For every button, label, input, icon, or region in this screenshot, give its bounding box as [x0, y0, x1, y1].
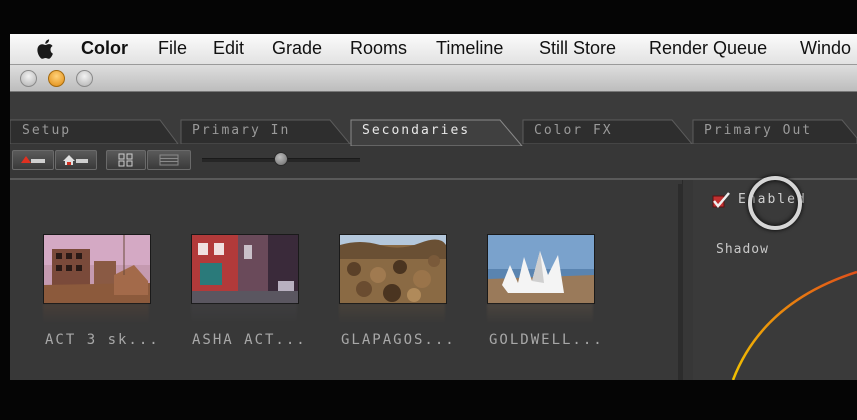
desktop-screen: Color File Edit Grade Rooms Timeline Sti… — [10, 34, 857, 380]
tab-primary-out[interactable]: Primary Out — [692, 118, 857, 144]
home-directory-button[interactable] — [55, 150, 97, 170]
apple-logo-icon[interactable] — [36, 38, 56, 60]
menu-app-name[interactable]: Color — [81, 38, 128, 59]
busy-spinner-ring — [748, 176, 802, 230]
home-icon — [63, 155, 88, 165]
clip-reflection — [43, 304, 149, 324]
menu-timeline[interactable]: Timeline — [436, 38, 503, 59]
window-zoom-button[interactable] — [76, 70, 93, 87]
clip-label[interactable]: ASHA ACT... — [192, 332, 307, 348]
menu-grade[interactable]: Grade — [272, 38, 322, 59]
menu-still-store[interactable]: Still Store — [539, 38, 616, 59]
clip-thumbnail[interactable] — [191, 234, 299, 304]
clip-thumbnail-image-rocks — [340, 235, 446, 303]
tab-secondaries-label: Secondaries — [362, 123, 471, 138]
clip-thumbnail-image-sculptures — [488, 235, 594, 303]
browser-scrollbar[interactable] — [678, 184, 683, 380]
clip-reflection — [191, 304, 297, 324]
menu-file[interactable]: File — [158, 38, 187, 59]
tab-color-fx[interactable]: Color FX — [522, 118, 694, 144]
clip-label[interactable]: GLAPAGOS... — [341, 332, 456, 348]
clip-label[interactable]: ACT 3 sk... — [45, 332, 160, 348]
tab-setup[interactable]: Setup — [10, 118, 182, 144]
grid-view-icon — [118, 153, 133, 167]
menu-render-queue[interactable]: Render Queue — [649, 38, 767, 59]
enabled-checkbox-icon[interactable] — [710, 191, 732, 211]
up-directory-button[interactable] — [12, 150, 54, 170]
clip-label[interactable]: GOLDWELL... — [489, 332, 604, 348]
menu-window[interactable]: Windo — [800, 38, 851, 59]
tab-primary-out-label: Primary Out — [704, 123, 813, 138]
menu-rooms[interactable]: Rooms — [350, 38, 407, 59]
menu-bar: Color File Edit Grade Rooms Timeline Sti… — [10, 34, 857, 65]
up-arrow-icon — [21, 156, 45, 163]
clip-reflection — [487, 304, 593, 324]
tab-primary-in[interactable]: Primary In — [180, 118, 352, 144]
clip-thumbnail-image-street — [192, 235, 298, 303]
window-minimize-button[interactable] — [48, 70, 65, 87]
clip-thumbnail[interactable] — [339, 234, 447, 304]
menu-edit[interactable]: Edit — [213, 38, 244, 59]
clip-reflection — [339, 304, 445, 324]
window-close-button[interactable] — [20, 70, 37, 87]
list-view-button[interactable] — [147, 150, 191, 170]
tab-primary-in-label: Primary In — [192, 123, 291, 138]
tab-secondaries[interactable]: Secondaries — [350, 118, 526, 146]
icon-view-button[interactable] — [106, 150, 146, 170]
color-app-window: Setup Primary In Secondaries Color FX Pr… — [10, 92, 857, 380]
clip-thumbnail[interactable] — [487, 234, 595, 304]
thumbnail-size-slider-knob[interactable] — [274, 152, 288, 166]
list-view-icon — [159, 154, 179, 166]
shadow-color-curve[interactable] — [693, 242, 857, 380]
tab-color-fx-label: Color FX — [534, 123, 613, 138]
clip-thumbnail-image-ruins — [44, 235, 150, 303]
clip-thumbnail[interactable] — [43, 234, 151, 304]
window-titlebar[interactable] — [10, 65, 857, 92]
tab-setup-label: Setup — [22, 123, 72, 138]
